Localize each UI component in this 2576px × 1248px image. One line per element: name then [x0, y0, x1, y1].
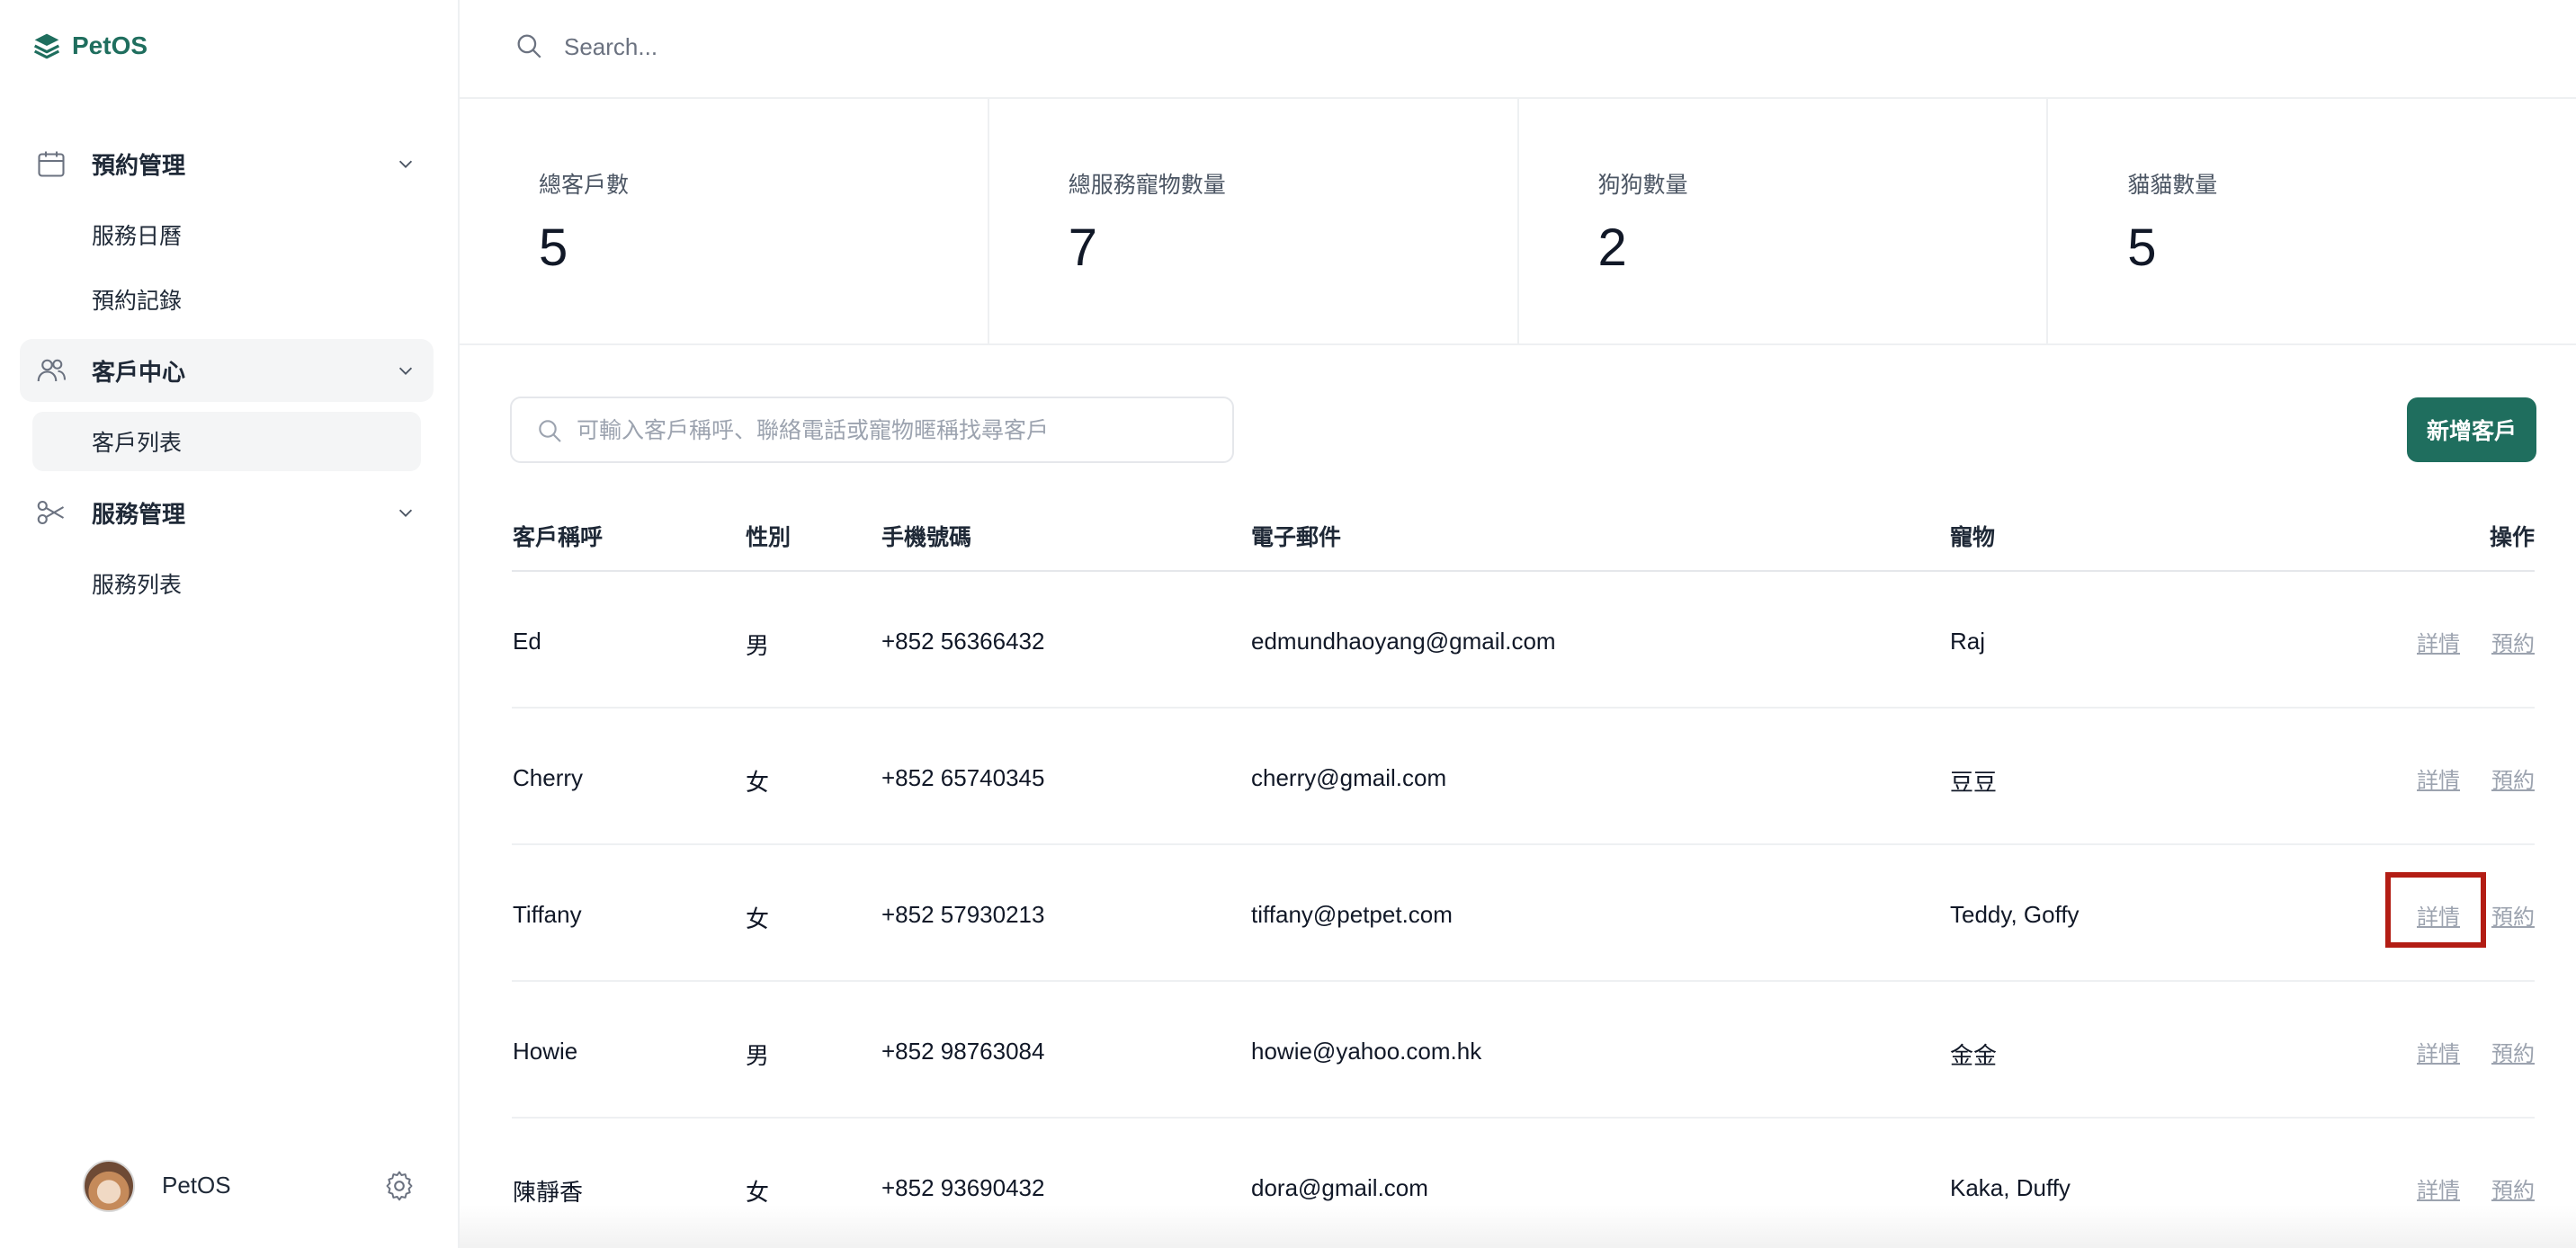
stat-value: 7 [1068, 218, 1098, 277]
cell-gender: 女 [746, 905, 770, 932]
users-icon [37, 359, 67, 382]
sidebar-item-booking-records[interactable]: 預約記錄 [32, 270, 421, 329]
cell-gender: 女 [746, 1179, 770, 1206]
column-header-pets: 寵物 [1950, 525, 1996, 550]
cell-pets: 金金 [1950, 1042, 1998, 1069]
cell-name: 陳靜香 [513, 1179, 584, 1206]
gear-icon[interactable] [383, 1170, 416, 1202]
stat-cat-count: 貓貓數量 5 [2048, 99, 2576, 343]
cell-pets: 豆豆 [1950, 769, 1998, 796]
user-name: PetOS [162, 1172, 231, 1199]
stat-value: 5 [539, 218, 568, 277]
chevron-down-icon [398, 509, 413, 517]
stat-value: 2 [1597, 218, 1627, 277]
stat-label: 貓貓數量 [2127, 173, 2218, 198]
table-row: Tiffany 女 +852 57930213 tiffany@petpet.c… [512, 845, 2535, 982]
customer-table: 客戶稱呼 性別 手機號碼 電子郵件 寵物 操作 Ed 男 +852 563664… [512, 504, 2535, 1248]
cell-gender: 女 [746, 769, 770, 796]
cell-name: Ed [513, 628, 541, 655]
stat-dog-count: 狗狗數量 2 [1519, 99, 2049, 343]
cell-email: tiffany@petpet.com [1251, 901, 1453, 928]
detail-link[interactable]: 詳情 [2417, 1172, 2460, 1204]
cell-name: Cherry [513, 764, 584, 791]
table-row: 陳靜香 女 +852 93690432 dora@gmail.com Kaka,… [512, 1119, 2535, 1248]
cell-pets: Kaka, Duffy [1950, 1174, 2071, 1201]
sidebar: PetOS 預約管理 服務日曆 預約記錄 客戶中心 客戶列表 服務管理 服務列表… [0, 0, 460, 1248]
book-link[interactable]: 預約 [2491, 626, 2535, 657]
stat-total-pets: 總服務寵物數量 7 [989, 99, 1519, 343]
nav-group-label: 預約管理 [92, 151, 186, 179]
cell-name: Howie [513, 1038, 578, 1065]
column-header-email: 電子郵件 [1251, 525, 1342, 550]
book-link[interactable]: 預約 [2491, 1036, 2535, 1067]
stats-panel: 總客戶數 5 總服務寵物數量 7 狗狗數量 2 貓貓數量 5 [460, 99, 2576, 345]
cell-phone: +852 98763084 [881, 1038, 1045, 1065]
cell-phone: +852 57930213 [881, 901, 1045, 928]
cell-email: howie@yahoo.com.hk [1251, 1038, 1482, 1065]
stat-label: 狗狗數量 [1597, 173, 1688, 198]
cell-email: cherry@gmail.com [1251, 764, 1447, 791]
cell-pets: Teddy, Goffy [1950, 901, 2080, 928]
cell-phone: +852 65740345 [881, 764, 1045, 791]
nav-group-customer-center[interactable]: 客戶中心 [20, 339, 434, 402]
detail-link[interactable]: 詳情 [2417, 899, 2460, 931]
app-name: PetOS [72, 31, 148, 59]
search-icon [517, 34, 541, 58]
cell-phone: +852 93690432 [881, 1174, 1045, 1201]
nav-group-service-management[interactable]: 服務管理 [20, 481, 434, 544]
chevron-down-icon [398, 160, 413, 168]
cell-pets: Raj [1950, 628, 1986, 655]
stat-label: 總客戶數 [539, 173, 630, 198]
book-link[interactable]: 預約 [2491, 762, 2535, 794]
stat-value: 5 [2127, 218, 2157, 277]
table-row: Ed 男 +852 56366432 edmundhaoyang@gmail.c… [512, 572, 2535, 709]
table-header: 客戶稱呼 性別 手機號碼 電子郵件 寵物 操作 [512, 504, 2535, 572]
chevron-down-icon [398, 367, 413, 375]
column-header-phone: 手機號碼 [881, 525, 972, 550]
avatar[interactable] [83, 1160, 135, 1212]
sidebar-item-service-calendar[interactable]: 服務日曆 [32, 205, 421, 264]
top-bar [460, 0, 2576, 99]
table-row: Howie 男 +852 98763084 howie@yahoo.com.hk… [512, 982, 2535, 1119]
stat-total-customers: 總客戶數 5 [460, 99, 989, 343]
cell-phone: +852 56366432 [881, 628, 1045, 655]
nav-group-booking[interactable]: 預約管理 [20, 132, 434, 195]
sidebar-item-service-list[interactable]: 服務列表 [32, 554, 421, 613]
detail-link[interactable]: 詳情 [2417, 762, 2460, 794]
global-search-input[interactable] [564, 29, 1194, 65]
column-header-actions: 操作 [2489, 525, 2535, 550]
detail-link[interactable]: 詳情 [2417, 1036, 2460, 1067]
cell-name: Tiffany [513, 901, 582, 928]
add-customer-button[interactable]: 新增客戶 [2407, 397, 2536, 462]
calendar-icon [38, 151, 65, 177]
column-header-name: 客戶稱呼 [513, 525, 604, 550]
layers-logo-icon [33, 33, 60, 59]
column-header-gender: 性別 [746, 525, 792, 550]
search-icon [539, 420, 561, 442]
user-footer: PetOS [83, 1160, 416, 1214]
customer-search-input[interactable] [577, 413, 1206, 449]
customer-search-box [510, 397, 1234, 463]
cell-gender: 男 [746, 632, 770, 659]
book-link[interactable]: 預約 [2491, 1172, 2535, 1204]
app-logo[interactable]: PetOS [32, 27, 148, 65]
detail-link[interactable]: 詳情 [2417, 626, 2460, 657]
cell-email: dora@gmail.com [1251, 1174, 1428, 1201]
cell-gender: 男 [746, 1042, 770, 1069]
cell-email: edmundhaoyang@gmail.com [1251, 628, 1556, 655]
stat-label: 總服務寵物數量 [1068, 173, 1226, 198]
book-link[interactable]: 預約 [2491, 899, 2535, 931]
nav-group-label: 客戶中心 [92, 358, 186, 386]
nav-group-label: 服務管理 [92, 500, 186, 528]
table-row: Cherry 女 +852 65740345 cherry@gmail.com … [512, 709, 2535, 845]
scissors-icon [37, 500, 65, 525]
sidebar-item-customer-list[interactable]: 客戶列表 [32, 412, 421, 471]
